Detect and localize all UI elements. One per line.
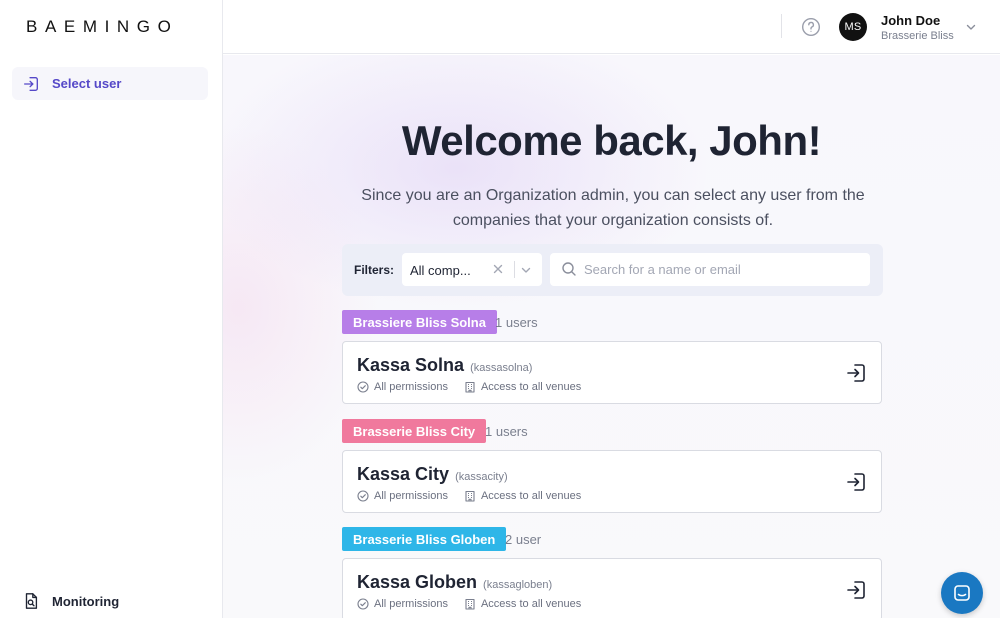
company-tag: Brasserie Bliss City [342,419,487,443]
avatar[interactable]: MS [839,13,867,41]
page-subtitle: Since you are an Organization admin, you… [361,187,865,229]
user-display-name: Kassa Globen [357,572,478,592]
top-bar: MS John Doe Brasserie Bliss [223,0,1000,54]
clear-icon[interactable] [492,263,504,275]
company-select-value: All comp... [410,263,471,278]
user-username: (kassacity) [455,471,508,483]
building-icon [465,598,475,610]
user-username: (kassasolna) [470,362,533,374]
brand-logo: BAEMINGO [26,17,179,36]
check-circle-icon [357,598,369,610]
user-card[interactable]: Kassa Solna (kassasolna) All permissions … [342,341,882,404]
user-card-meta: All permissions Access to all venues [357,381,581,393]
search-input[interactable] [584,259,860,280]
chat-launcher-button[interactable] [941,572,983,614]
filters-label: Filters: [354,263,395,277]
chevron-down-icon[interactable] [520,264,532,276]
sidebar-item-select-user[interactable]: Select user [12,67,208,100]
user-card-name: Kassa Globen (kassagloben) [357,572,552,593]
user-count: 1 users [485,424,528,439]
divider [781,14,782,38]
user-display-name: Kassa City [357,464,450,484]
sidebar-item-monitoring[interactable]: Monitoring [22,590,119,612]
company-tag: Brasserie Bliss Globen [342,527,507,551]
user-card-meta: All permissions Access to all venues [357,490,581,502]
permissions-label: All permissions [374,490,448,502]
permissions-label: All permissions [374,598,448,610]
user-display-name: Kassa Solna [357,355,465,375]
filters-bar: Filters: All comp... [342,244,883,296]
chat-icon [954,585,970,601]
search-icon [562,262,576,276]
company-tag: Brassiere Bliss Solna [342,310,497,334]
user-name[interactable]: John Doe [881,13,940,28]
user-organization: Brasserie Bliss [881,30,954,42]
permissions-label: All permissions [374,381,448,393]
company-select[interactable]: All comp... [402,253,542,286]
user-count: 1 users [495,315,538,330]
select-separator [514,261,515,278]
chevron-down-icon[interactable] [965,21,977,33]
help-circle-icon[interactable] [801,17,821,37]
user-count: 2 user [505,532,542,547]
sidebar-item-label: Monitoring [52,593,120,609]
venue-access-label: Access to all venues [480,381,582,393]
user-username: (kassagloben) [483,579,553,591]
sidebar-item-label: Select user [52,76,122,91]
user-card[interactable]: Kassa Globen (kassagloben) All permission… [342,558,882,618]
sidebar: BAEMINGO Select user Monitoring [0,0,223,618]
page-title: Welcome back, John! [401,117,822,164]
login-icon[interactable] [845,471,867,493]
user-card[interactable]: Kassa City (kassacity) All permissions Ac… [342,450,882,513]
user-card-name: Kassa Solna (kassasolna) [357,355,532,376]
login-icon[interactable] [845,579,867,601]
search-box[interactable] [550,253,870,286]
login-icon [24,76,38,91]
check-circle-icon [357,381,369,393]
user-card-meta: All permissions Access to all venues [357,598,581,610]
building-icon [465,490,475,502]
user-card-name: Kassa City (kassacity) [357,464,508,485]
login-icon[interactable] [845,362,867,384]
document-search-icon [25,593,38,609]
check-circle-icon [357,490,369,502]
venue-access-label: Access to all venues [480,598,582,610]
venue-access-label: Access to all venues [480,490,582,502]
main-content: Welcome back, John! Since you are an Org… [223,55,1000,618]
building-icon [465,381,475,393]
